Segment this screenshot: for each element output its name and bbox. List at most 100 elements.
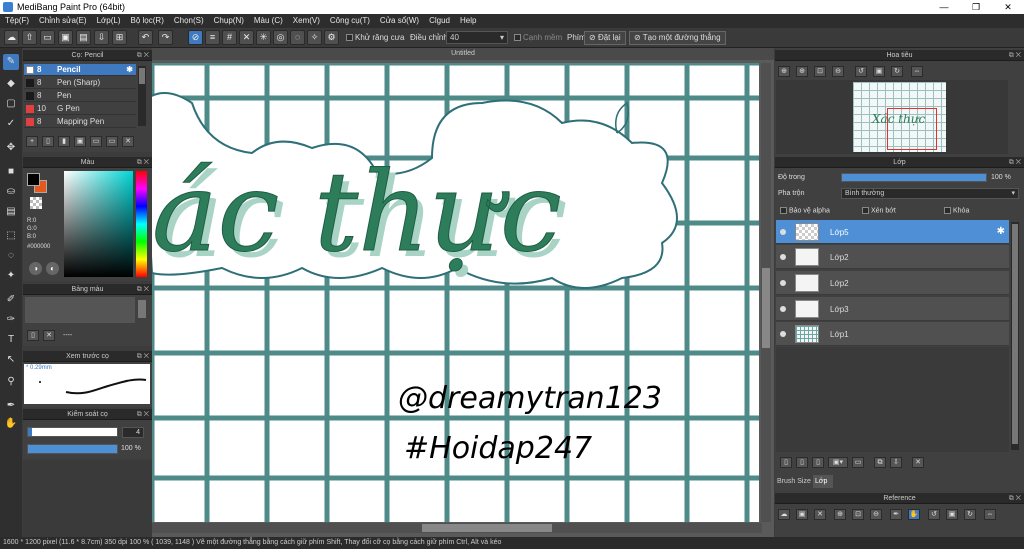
perspective-snap-icon[interactable]: ✧	[307, 30, 322, 45]
rotate-left-icon[interactable]: ↺	[928, 509, 940, 520]
new-palette-icon[interactable]: ▯	[27, 330, 39, 341]
flip-icon[interactable]: ⇔	[984, 509, 996, 520]
duplicate-layer-icon[interactable]: ⧉	[874, 457, 886, 468]
menu-edit[interactable]: Chỉnh sửa(E)	[34, 14, 92, 25]
layer-row[interactable]: Lớp5 ✱	[776, 220, 1009, 244]
vertical-scroll-thumb[interactable]	[762, 268, 770, 348]
delete-layer-icon[interactable]: ✕	[912, 457, 924, 468]
folder-icon[interactable]: ▭	[90, 136, 102, 147]
color-picker-icon[interactable]: ◐	[46, 262, 59, 275]
eye-icon[interactable]	[780, 280, 786, 286]
grid-icon[interactable]: ⊞	[112, 30, 127, 45]
tab-layer[interactable]: Lớp	[813, 475, 833, 488]
canvas-tab[interactable]: Untitled	[152, 48, 774, 60]
dropper-tool-icon[interactable]: ✒	[3, 398, 19, 414]
cloud-icon[interactable]: ☁	[4, 30, 19, 45]
select-pen-tool-icon[interactable]: ✐	[3, 292, 19, 308]
eye-icon[interactable]	[780, 254, 786, 260]
menu-snap[interactable]: Chụp(N)	[209, 14, 249, 25]
add-layer-menu-icon[interactable]: ▣▾	[828, 457, 848, 468]
delete-palette-icon[interactable]: ✕	[43, 330, 55, 341]
clipping-checkbox[interactable]	[862, 207, 869, 214]
redo-icon[interactable]: ↷	[158, 30, 173, 45]
protect-alpha-checkbox[interactable]	[780, 207, 787, 214]
brush-opacity-slider[interactable]	[27, 444, 118, 454]
new-file-icon[interactable]: ▯	[42, 136, 54, 147]
undo-icon[interactable]: ↶	[138, 30, 153, 45]
blend-mode-select[interactable]: Bình thường ▾	[841, 188, 1019, 199]
parallel-snap-icon[interactable]: ≡	[205, 30, 220, 45]
add-brush-icon[interactable]: +	[26, 136, 38, 147]
reset-view-icon[interactable]: ▣	[873, 66, 885, 77]
eyedropper-tool-icon[interactable]: ⚲	[3, 374, 19, 390]
saturation-value-picker[interactable]	[64, 171, 133, 277]
protect-alpha-option[interactable]: Bảo vệ alpha	[780, 207, 830, 214]
eye-icon[interactable]	[780, 306, 786, 312]
save-brush-icon[interactable]: ▣	[74, 136, 86, 147]
soft-edge-checkbox[interactable]	[514, 34, 521, 42]
antialias-option[interactable]: Khử răng cưa	[346, 33, 404, 42]
clipping-option[interactable]: Xén bớt	[862, 207, 896, 214]
flip-icon[interactable]: ⇔	[911, 66, 923, 77]
correction-select[interactable]: 40 ▾	[446, 31, 508, 44]
pin-icon[interactable]: ⧉ ✕	[1009, 50, 1021, 61]
menu-color[interactable]: Màu (C)	[249, 14, 288, 25]
no-snap-icon[interactable]: ⊘	[188, 30, 203, 45]
hand-tool-icon[interactable]: ✋	[3, 416, 19, 432]
maximize-button[interactable]: ❐	[960, 0, 992, 14]
zoom-in-icon[interactable]: ⊕	[834, 509, 846, 520]
snap-settings-icon[interactable]: ⚙	[324, 30, 339, 45]
fit-icon[interactable]: ⊡	[814, 66, 826, 77]
cross-snap-icon[interactable]: ✕	[239, 30, 254, 45]
export-icon[interactable]: ⇩	[94, 30, 109, 45]
antialias-checkbox[interactable]	[346, 34, 353, 42]
palette-swatches[interactable]	[25, 297, 135, 323]
fill-rect-tool-icon[interactable]: ■	[3, 164, 19, 180]
merge-down-icon[interactable]: ⇩	[890, 457, 902, 468]
menu-file[interactable]: Tệp(F)	[0, 14, 34, 25]
drawing-canvas[interactable]: ác thực ác thực @dreamytran123 #Hoidap24…	[152, 63, 759, 522]
new-layer-icon[interactable]: ▯	[780, 457, 792, 468]
scroll-thumb[interactable]	[139, 68, 145, 84]
folder-icon[interactable]: ▭	[852, 457, 864, 468]
eyedropper-icon[interactable]: ✒	[890, 509, 902, 520]
chat-icon[interactable]: ▭	[40, 30, 55, 45]
new-layer-8bit-icon[interactable]: ▯	[796, 457, 808, 468]
checkmark-tool-icon[interactable]: ✓	[3, 116, 19, 132]
lock-option[interactable]: Khóa	[944, 207, 969, 214]
cloud-brush-icon[interactable]: ▭	[106, 136, 118, 147]
brush-size-slider[interactable]	[27, 427, 118, 437]
menu-tools[interactable]: Công cụ(T)	[325, 14, 375, 25]
menu-window[interactable]: Cửa sổ(W)	[375, 14, 424, 25]
brush-item[interactable]: 8 Mapping Pen	[24, 116, 136, 128]
magic-wand-tool-icon[interactable]: ✦	[3, 268, 19, 284]
layer-scrollbar[interactable]	[1011, 222, 1019, 450]
reset-view-icon[interactable]: ▣	[946, 509, 958, 520]
menu-help[interactable]: Help	[455, 14, 481, 25]
palette-scrollbar[interactable]	[138, 300, 146, 318]
zoom-in-icon[interactable]: ⊕	[778, 66, 790, 77]
layer-row[interactable]: Lớp1	[776, 322, 1009, 346]
hand-icon[interactable]: ✋	[908, 509, 920, 520]
horizontal-scroll-thumb[interactable]	[422, 524, 552, 532]
select-eraser-tool-icon[interactable]: ✑	[3, 312, 19, 328]
zoom-out-icon[interactable]: ⊖	[832, 66, 844, 77]
text-tool-icon[interactable]: T	[3, 332, 19, 348]
pin-icon[interactable]: ⧉ ✕	[137, 284, 149, 295]
pin-icon[interactable]: ⧉ ✕	[1009, 493, 1021, 504]
menu-view[interactable]: Xem(V)	[288, 14, 325, 25]
zoom-out-icon[interactable]: ⊖	[870, 509, 882, 520]
layer-row[interactable]: Lớp2	[776, 245, 1009, 269]
fit-icon[interactable]: ⊡	[852, 509, 864, 520]
straight-line-button[interactable]: ⊘ Tạo một đường thẳng	[629, 31, 726, 45]
menu-cloud[interactable]: Clgud	[424, 14, 455, 25]
select-tool-icon[interactable]: ⬚	[3, 228, 19, 244]
layer-row[interactable]: Lớp3	[776, 297, 1009, 321]
horizontal-scrollbar[interactable]	[152, 523, 762, 533]
rotate-right-icon[interactable]: ↻	[964, 509, 976, 520]
copy-brush-icon[interactable]: ▮	[58, 136, 70, 147]
brush-item[interactable]: 8 Pen (Sharp)	[24, 77, 136, 89]
menu-layer[interactable]: Lớp(L)	[92, 14, 126, 25]
hue-slider[interactable]	[136, 171, 147, 277]
curve-snap-icon[interactable]: ◌	[290, 30, 305, 45]
